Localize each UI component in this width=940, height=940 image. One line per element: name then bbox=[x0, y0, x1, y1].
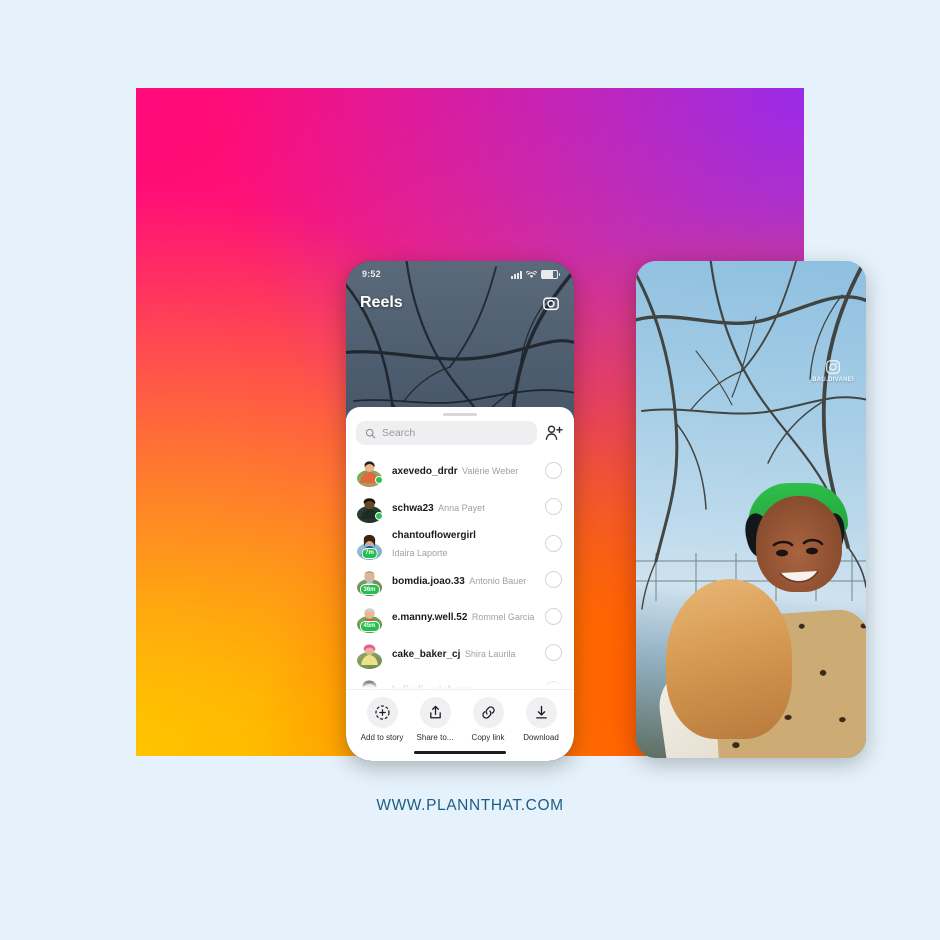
contact-names: bomdia.joao.33 Antonio Bauer bbox=[392, 571, 535, 589]
contact-username: cake_baker_cj bbox=[392, 648, 461, 660]
action-add-to-story[interactable]: Add to story bbox=[360, 696, 404, 742]
phone-mockup-reel-playing: BAU.DIVANEI bbox=[636, 261, 866, 758]
face-features bbox=[772, 538, 824, 583]
action-label: Copy link bbox=[471, 732, 505, 742]
status-bar: 9:52 bbox=[346, 261, 574, 287]
watermark-username: BAU.DIVANEI bbox=[812, 377, 854, 383]
action-share-to[interactable]: Share to... bbox=[413, 696, 457, 742]
avatar bbox=[357, 677, 382, 689]
online-indicator bbox=[375, 475, 383, 484]
blonde-hair bbox=[666, 579, 792, 739]
avatar bbox=[357, 640, 382, 670]
contact-names: kalindi_rainbows bbox=[392, 680, 535, 688]
sheet-drag-handle[interactable] bbox=[443, 413, 477, 416]
instagram-watermark: BAU.DIVANEI bbox=[812, 359, 854, 383]
select-radio[interactable] bbox=[545, 607, 562, 625]
camera-icon[interactable] bbox=[542, 294, 560, 312]
battery-icon bbox=[541, 269, 560, 279]
action-copy-link[interactable]: Copy link bbox=[466, 696, 510, 742]
last-active-badge: 36m bbox=[359, 584, 380, 596]
contact-username: chantouflowergirl bbox=[392, 530, 476, 542]
contact-fullname: Antonio Bauer bbox=[469, 575, 527, 586]
share-up-arrow-icon bbox=[419, 696, 451, 728]
contact-fullname: Idaira Laporte bbox=[392, 548, 448, 559]
footer-website-url: WWW.PLANNTHAT.COM bbox=[376, 797, 564, 814]
list-item[interactable]: cake_baker_cj Shira Laurila bbox=[346, 635, 574, 672]
select-radio[interactable] bbox=[545, 644, 562, 662]
contact-username: axevedo_drdr bbox=[392, 466, 458, 478]
contact-fullname: Shira Laurila bbox=[464, 648, 516, 659]
instagram-glyph-icon bbox=[826, 360, 840, 374]
home-indicator[interactable] bbox=[414, 750, 506, 754]
search-icon bbox=[365, 428, 376, 438]
add-to-story-icon bbox=[366, 696, 398, 728]
contact-username: bomdia.joao.33 bbox=[392, 575, 465, 587]
avatar bbox=[357, 494, 383, 524]
select-radio[interactable] bbox=[545, 498, 562, 516]
status-bar-indicators bbox=[511, 269, 560, 279]
contact-names: e.manny.well.52 Rommel Garcia bbox=[392, 607, 535, 625]
select-radio[interactable] bbox=[545, 571, 562, 589]
list-item[interactable]: schwa23 Anna Payet bbox=[346, 489, 574, 526]
contact-names: axevedo_drdr Valérie Weber bbox=[392, 461, 535, 479]
link-chain-icon bbox=[472, 696, 504, 728]
search-row: Search bbox=[346, 421, 574, 452]
action-messenger[interactable]: Mess bbox=[572, 697, 574, 742]
list-item[interactable]: axevedo_drdr Valérie Weber bbox=[346, 452, 574, 489]
action-label: Share to... bbox=[416, 732, 454, 742]
share-sheet-panel: Search axevedo_drdr Valérie Weber schwa2… bbox=[346, 407, 574, 761]
avatar: 36m bbox=[357, 567, 382, 597]
list-item[interactable]: 36m bomdia.joao.33 Antonio Bauer bbox=[346, 562, 574, 599]
contact-names: cake_baker_cj Shira Laurila bbox=[392, 644, 535, 662]
avatar: 45m bbox=[357, 604, 382, 633]
list-item[interactable]: 7m chantouflowergirl Idaira Laporte bbox=[346, 525, 574, 562]
last-active-badge: 45m bbox=[359, 620, 380, 632]
contact-username: e.manny.well.52 bbox=[392, 612, 468, 624]
action-label: Add to story bbox=[360, 732, 404, 742]
download-arrow-icon bbox=[525, 696, 557, 728]
select-radio[interactable] bbox=[545, 461, 562, 479]
search-input[interactable]: Search bbox=[356, 421, 537, 445]
contact-fullname: Valérie Weber bbox=[462, 466, 519, 477]
last-active-badge: 7m bbox=[361, 547, 378, 559]
contact-username: schwa23 bbox=[392, 502, 434, 514]
add-people-icon[interactable] bbox=[544, 423, 564, 443]
contact-username: kalindi_rainbows bbox=[392, 685, 473, 688]
contact-fullname: Rommel Garcia bbox=[471, 612, 535, 623]
select-radio[interactable] bbox=[545, 534, 562, 552]
share-actions-row[interactable]: Add to story Share to... Copy link Downl… bbox=[346, 688, 574, 742]
avatar bbox=[357, 458, 383, 487]
action-label: Download bbox=[523, 732, 559, 742]
status-bar-time: 9:52 bbox=[362, 269, 381, 279]
search-placeholder: Search bbox=[382, 427, 416, 439]
select-radio[interactable] bbox=[545, 680, 562, 689]
list-item[interactable]: 45m e.manny.well.52 Rommel Garcia bbox=[346, 598, 574, 635]
gradient-background-card: 9:52 Reels Search axevedo_drdr Valérie W… bbox=[136, 88, 866, 761]
reels-header: Reels bbox=[346, 289, 574, 317]
wifi-icon bbox=[526, 270, 537, 278]
avatar: 7m bbox=[357, 531, 382, 560]
phone-mockup-share-sheet: 9:52 Reels Search axevedo_drdr Valérie W… bbox=[346, 261, 574, 761]
action-download[interactable]: Download bbox=[519, 696, 563, 742]
cellular-bars-icon bbox=[511, 270, 522, 279]
contact-names: schwa23 Anna Payet bbox=[392, 498, 535, 516]
contact-fullname: Anna Payet bbox=[438, 502, 485, 513]
page-title: Reels bbox=[360, 294, 403, 311]
contact-names: chantouflowergirl Idaira Laporte bbox=[392, 525, 535, 561]
list-item[interactable]: kalindi_rainbows bbox=[346, 671, 574, 689]
contact-list[interactable]: axevedo_drdr Valérie Weber schwa23 Anna … bbox=[346, 452, 574, 689]
